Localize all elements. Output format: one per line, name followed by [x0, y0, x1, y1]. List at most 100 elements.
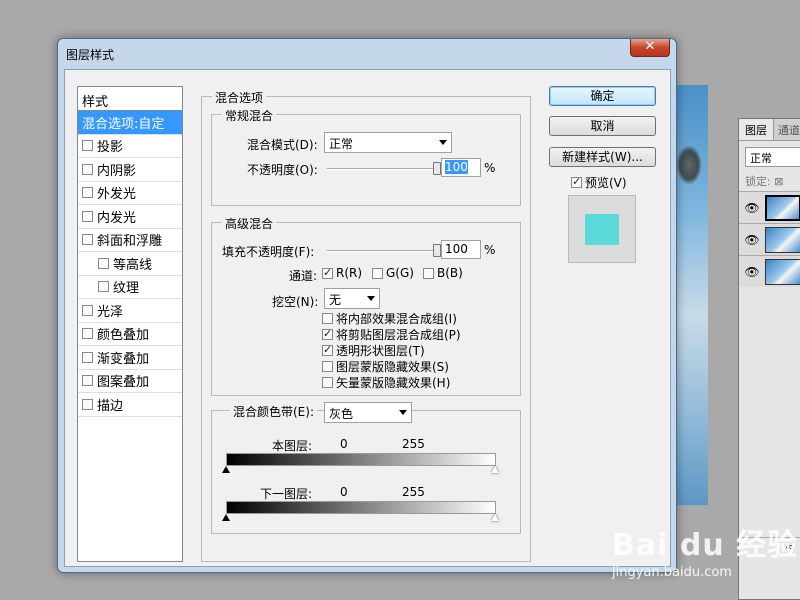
channels-label: 通道:: [289, 269, 318, 283]
canvas-image: [672, 85, 708, 505]
style-item-label: 颜色叠加: [97, 328, 150, 344]
style-checkbox[interactable]: [82, 328, 93, 340]
close-button[interactable]: ✕: [630, 39, 670, 57]
opacity-slider[interactable]: [327, 162, 441, 175]
style-checkbox[interactable]: [82, 351, 93, 363]
dialog-title: 图层样式: [66, 48, 115, 62]
general-blending-title: 常规混合: [222, 107, 277, 124]
fill-opacity-unit: %: [484, 243, 496, 257]
style-checkbox[interactable]: [98, 281, 109, 293]
layer-row[interactable]: 👁: [739, 223, 800, 255]
style-item-label: 投影: [97, 140, 124, 156]
tab-layers[interactable]: 图层: [739, 119, 774, 140]
fill-opacity-label: 填充不透明度(F):: [222, 245, 315, 259]
layer-style-dialog: 图层样式 ✕ 样式 混合选项:自定投影内阴影外发光内发光斜面和浮雕等高线纹理 光泽…: [57, 38, 677, 573]
channel-g-checkbox[interactable]: G(G): [372, 266, 414, 280]
advanced-option-checkbox[interactable]: 矢量蒙版隐藏效果(H): [322, 374, 450, 391]
this-layer-black-handle[interactable]: [222, 466, 230, 473]
style-item-label: 外发光: [97, 187, 137, 203]
style-item[interactable]: 投影: [78, 135, 182, 158]
layers-panel-tabs: 图层 通道: [739, 119, 800, 141]
this-layer-max: 255: [402, 437, 425, 451]
cancel-button[interactable]: 取消: [549, 116, 656, 136]
tab-channels[interactable]: 通道: [774, 119, 800, 140]
eye-icon[interactable]: 👁: [739, 265, 765, 279]
fill-opacity-slider-handle[interactable]: [433, 244, 441, 257]
chevron-down-icon: [439, 140, 447, 145]
advanced-blending-group: 高级混合 填充不透明度(F): 100 % 通道: R(R) G(G) B(B)…: [211, 215, 521, 396]
layer-row[interactable]: 👁: [739, 255, 800, 287]
advanced-option-checkbox[interactable]: 图层蒙版隐藏效果(S): [322, 358, 449, 375]
layer-blend-mode-select[interactable]: 正常: [745, 147, 800, 167]
style-item-label: 图案叠加: [97, 375, 150, 391]
knockout-label: 挖空(N):: [272, 295, 319, 309]
fill-opacity-slider[interactable]: [327, 244, 441, 257]
style-item[interactable]: 光泽: [78, 299, 182, 323]
underlying-gradient: [226, 501, 496, 514]
style-item-label: 混合选项:自定: [82, 116, 165, 132]
eye-icon[interactable]: 👁: [739, 201, 765, 215]
advanced-option-checkbox[interactable]: 将内部效果混合成组(I): [322, 310, 457, 327]
general-blending-group: 常规混合 混合模式(D): 正常 不透明度(O): 100 %: [211, 107, 521, 206]
channel-b-checkbox[interactable]: B(B): [423, 266, 463, 280]
channel-r-checkbox[interactable]: R(R): [322, 266, 362, 280]
style-item[interactable]: 内发光: [78, 205, 182, 229]
style-checkbox[interactable]: [82, 304, 93, 316]
chevron-down-icon: [367, 296, 375, 301]
fill-opacity-input[interactable]: 100: [441, 240, 481, 259]
blend-if-select[interactable]: 灰色: [324, 402, 412, 423]
style-item-label: 等高线: [113, 257, 153, 273]
style-item[interactable]: 颜色叠加: [78, 323, 182, 346]
new-style-button[interactable]: 新建样式(W)...: [549, 147, 656, 167]
opacity-unit: %: [484, 161, 496, 175]
opacity-label: 不透明度(O):: [247, 163, 318, 177]
opacity-input[interactable]: 100: [441, 158, 481, 177]
opacity-slider-handle[interactable]: [433, 162, 441, 175]
underlying-white-handle[interactable]: [491, 514, 499, 521]
style-checkbox[interactable]: [98, 257, 109, 269]
dialog-client: 样式 混合选项:自定投影内阴影外发光内发光斜面和浮雕等高线纹理 光泽颜色叠加渐变叠…: [64, 69, 671, 567]
blend-if-group: 混合颜色带(E): 灰色 本图层: 0 255 下一图层: 0 255: [211, 402, 521, 534]
dialog-titlebar[interactable]: 图层样式 ✕: [58, 39, 676, 67]
preview-checkbox[interactable]: 预览(V): [571, 174, 627, 191]
style-item-label: 内发光: [97, 210, 137, 226]
style-checkbox[interactable]: [82, 234, 93, 246]
style-item[interactable]: 内阴影: [78, 158, 182, 182]
eye-icon[interactable]: 👁: [739, 233, 765, 247]
style-item-label: 内阴影: [97, 163, 137, 179]
style-checkbox[interactable]: [82, 398, 93, 410]
underlying-min: 0: [340, 485, 348, 499]
style-checkbox[interactable]: [82, 163, 93, 175]
lock-label: 锁定: ⊠: [745, 175, 784, 188]
advanced-option-checkbox[interactable]: 透明形状图层(T): [322, 342, 425, 359]
style-item-label: 斜面和浮雕: [97, 234, 163, 250]
style-item-label: 描边: [97, 398, 124, 414]
underlying-max: 255: [402, 485, 425, 499]
layer-thumbnail: [765, 194, 800, 221]
style-item[interactable]: 描边: [78, 393, 182, 417]
baidu-watermark: Bai du 经验: [612, 528, 799, 563]
style-item[interactable]: 渐变叠加: [78, 346, 182, 370]
ok-button[interactable]: 确定: [549, 86, 656, 106]
style-item[interactable]: 外发光: [78, 182, 182, 205]
style-checkbox[interactable]: [82, 210, 93, 222]
preview-swatch: [585, 214, 619, 245]
underlying-black-handle[interactable]: [222, 514, 230, 521]
style-item[interactable]: 图案叠加: [78, 370, 182, 393]
advanced-blending-title: 高级混合: [222, 215, 277, 232]
this-layer-white-handle[interactable]: [491, 466, 499, 473]
style-item[interactable]: 斜面和浮雕: [78, 229, 182, 252]
style-list-header[interactable]: 样式: [78, 87, 182, 111]
style-item[interactable]: 混合选项:自定: [78, 111, 182, 135]
style-checkbox[interactable]: [82, 187, 93, 199]
style-item[interactable]: 纹理: [78, 276, 182, 299]
style-item[interactable]: 等高线: [78, 252, 182, 276]
style-checkbox[interactable]: [82, 375, 93, 387]
lock-icon[interactable]: ⊠: [774, 175, 783, 188]
knockout-select[interactable]: 无: [324, 288, 380, 309]
advanced-option-checkbox[interactable]: 将剪贴图层混合成组(P): [322, 326, 461, 343]
layer-row[interactable]: 👁: [739, 191, 800, 223]
style-checkbox[interactable]: [82, 140, 93, 152]
blend-mode-select[interactable]: 正常: [324, 132, 452, 153]
blend-mode-label: 混合模式(D):: [247, 138, 318, 152]
